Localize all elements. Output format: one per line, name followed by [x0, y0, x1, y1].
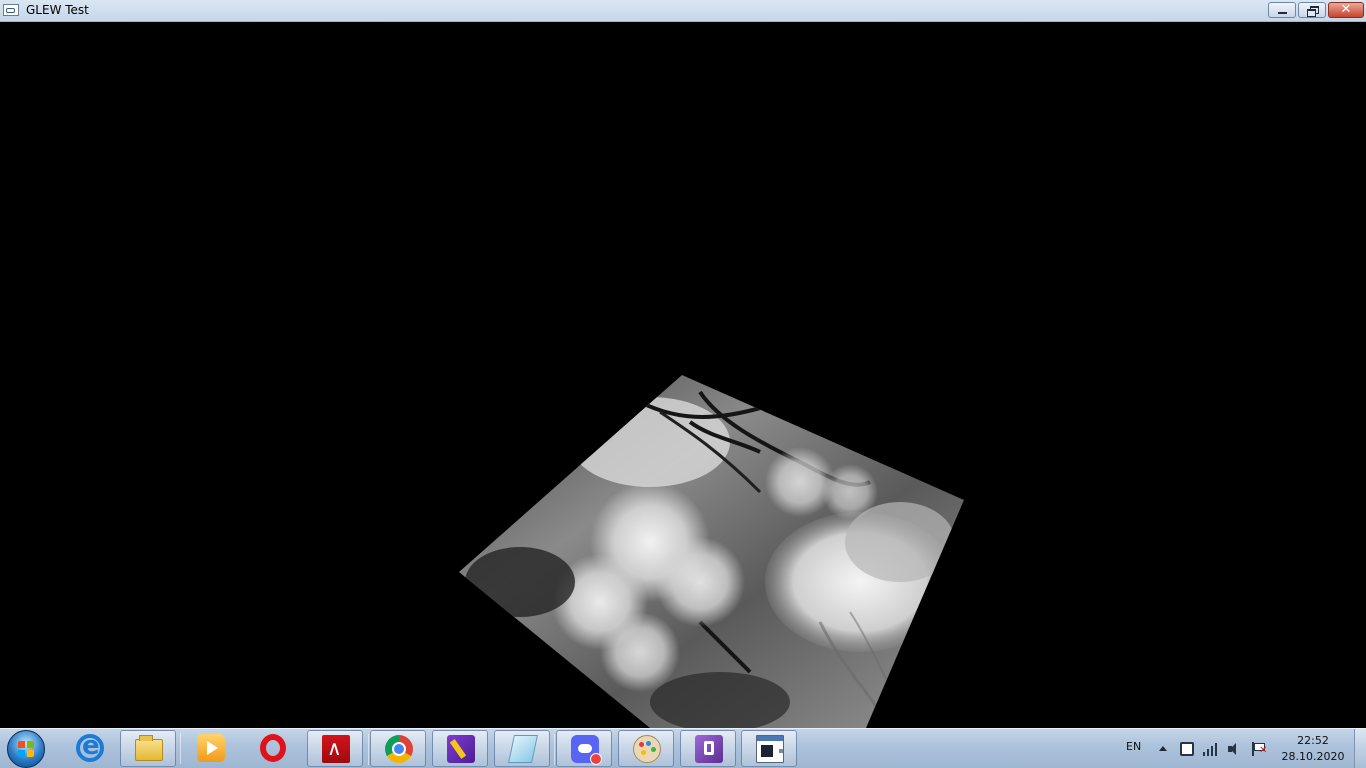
window-title: GLEW Test: [26, 3, 89, 17]
taskbar-item-paint[interactable]: [618, 730, 674, 767]
taskbar-item-visual-studio[interactable]: [680, 730, 736, 767]
textured-quad-canvas: [459, 375, 964, 728]
taskbar: EN 22:52 28.10.2020: [0, 728, 1366, 768]
show-hidden-icons-arrow-icon[interactable]: [1159, 746, 1167, 751]
taskbar-item-media-player[interactable]: [180, 730, 239, 767]
volume-icon[interactable]: [1228, 742, 1242, 756]
restore-button[interactable]: [1298, 2, 1326, 18]
cards-icon: [508, 735, 538, 763]
glew-app-icon: [756, 735, 784, 763]
close-button[interactable]: ✕: [1328, 2, 1364, 18]
tray-clock[interactable]: 22:52 28.10.2020: [1276, 733, 1350, 765]
discord-icon: [571, 735, 602, 765]
show-desktop-button[interactable]: [1354, 729, 1366, 768]
power-icon[interactable]: [1180, 742, 1194, 756]
opera-icon: [260, 734, 286, 762]
pdf-icon: [322, 735, 350, 763]
action-center-flag-icon[interactable]: [1252, 742, 1267, 756]
taskbar-item-file-explorer[interactable]: [120, 730, 176, 767]
visual-studio-icon: [695, 735, 723, 763]
app-icon[interactable]: [3, 4, 19, 16]
minimize-button[interactable]: [1268, 2, 1296, 18]
start-button[interactable]: [7, 730, 45, 768]
clock-date: 28.10.2020: [1281, 750, 1345, 763]
taskbar-item-card-app[interactable]: [494, 730, 550, 767]
clock-time: 22:52: [1297, 734, 1329, 747]
taskbar-item-acrobat[interactable]: [307, 730, 363, 767]
close-icon: ✕: [1340, 2, 1352, 17]
taskbar-item-opera[interactable]: [245, 730, 301, 767]
paint-palette-icon: [633, 735, 661, 763]
taskbar-item-chrome[interactable]: [368, 730, 426, 767]
taskbar-item-discord[interactable]: [554, 730, 612, 767]
glew-test-window: GLEW Test ✕: [0, 0, 1366, 728]
textured-quad: [459, 375, 964, 728]
taskbar-item-glew-test[interactable]: [741, 730, 797, 767]
opengl-viewport[interactable]: [0, 22, 1366, 728]
notes-icon: [447, 735, 475, 763]
taskbar-item-internet-explorer[interactable]: [62, 730, 118, 767]
language-indicator[interactable]: EN: [1126, 740, 1141, 753]
taskbar-item-notes-app[interactable]: [432, 730, 488, 767]
media-player-icon: [197, 734, 225, 762]
network-signal-icon[interactable]: [1203, 742, 1217, 756]
window-titlebar[interactable]: GLEW Test ✕: [0, 0, 1366, 22]
chrome-icon: [385, 735, 413, 763]
internet-explorer-icon: [76, 731, 104, 762]
folder-icon: [135, 735, 163, 761]
